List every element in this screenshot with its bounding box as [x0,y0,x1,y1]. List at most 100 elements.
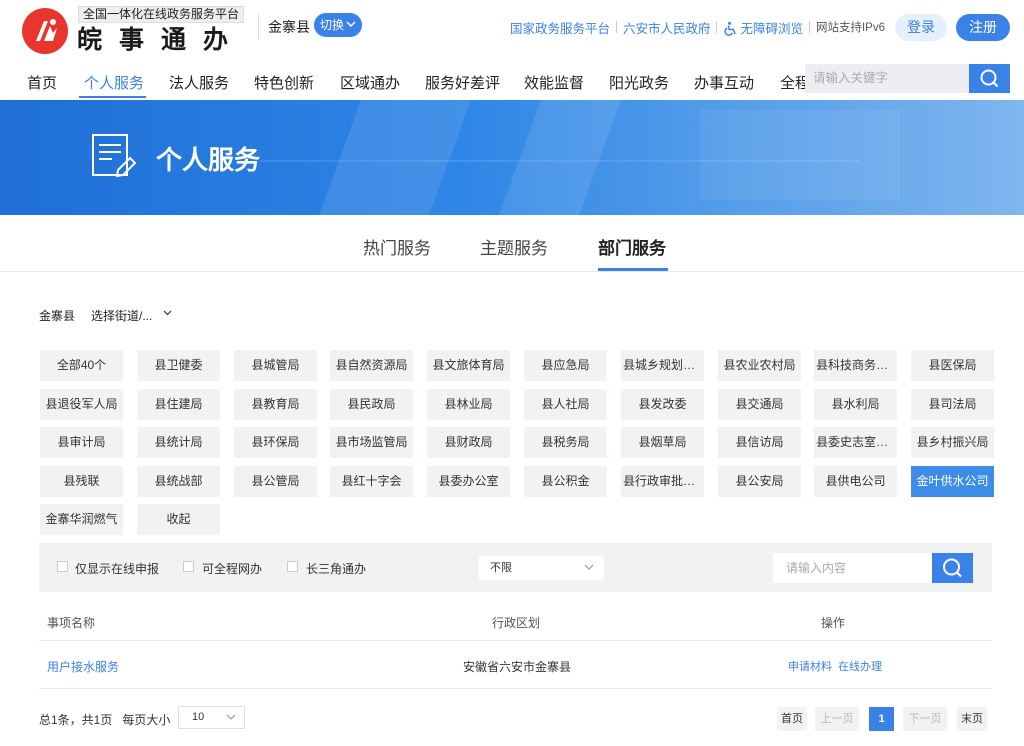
nav-item-supervision[interactable]: 效能监督 [524,72,584,93]
department-button[interactable]: 县委办公室 [427,466,510,497]
site-search-button[interactable] [969,64,1010,93]
department-button[interactable]: 县卫健委 [137,350,220,381]
filter-options-bar: 仅显示在线申报 可全程网办 长三角通办 不限 请输入内容 [39,543,992,592]
accessible-browse-link[interactable]: 无障碍浏览 [717,18,809,37]
department-button[interactable]: 县水利局 [814,389,897,420]
department-button[interactable]: 金寨华润燃气 [40,504,123,535]
platform-tag: 全国一体化在线政务服务平台 [78,6,245,23]
switch-county-button[interactable]: 切换 [314,13,362,37]
switch-label: 切换 [320,18,345,32]
tab-department-services[interactable]: 部门服务 [598,234,666,259]
department-button[interactable]: 县审计局 [40,427,123,458]
department-button[interactable]: 县农业农村局 [718,350,801,381]
tab-theme-services[interactable]: 主题服务 [480,234,548,259]
department-button[interactable]: 县医保局 [911,350,994,381]
item-region: 安徽省六安市金寨县 [463,660,572,674]
department-button[interactable]: 县交通局 [718,389,801,420]
nav-item-sunshine[interactable]: 阳光政务 [609,72,669,93]
nav-item-interaction[interactable]: 办事互动 [694,72,754,93]
prev-page-button[interactable]: 上一页 [815,707,859,731]
department-button[interactable]: 县红十字会 [330,466,413,497]
department-button[interactable]: 县市场监管局 [330,427,413,458]
department-button[interactable]: 县科技商务经... [814,350,897,381]
header-divider [258,14,259,40]
online-apply-checkbox[interactable] [57,561,68,572]
department-button[interactable]: 县文旅体育局 [427,350,510,381]
nav-item-personal[interactable]: 个人服务 [84,72,144,93]
department-button[interactable]: 县人社局 [524,389,607,420]
nav-item-evaluation[interactable]: 服务好差评 [425,72,500,93]
department-button[interactable]: 县教育局 [234,389,317,420]
total-text: 总1条，共1页 [39,713,113,727]
department-button[interactable]: 县供电公司 [814,466,897,497]
department-button[interactable]: 县民政局 [330,389,413,420]
nav-item-legal-person[interactable]: 法人服务 [169,72,229,93]
chevron-down-icon[interactable] [163,310,172,316]
current-page-button[interactable]: 1 [869,707,894,731]
department-button[interactable]: 县司法局 [911,389,994,420]
department-button[interactable]: 县行政审批局... [621,466,704,497]
first-page-button[interactable]: 首页 [777,707,807,731]
chevron-down-icon [346,21,356,28]
department-button[interactable]: 县林业局 [427,389,510,420]
yangtze-delta-label: 长三角通办 [306,562,367,576]
department-button[interactable]: 县烟草局 [621,427,704,458]
department-button[interactable]: 金叶供水公司 [911,466,994,497]
page-size-select[interactable]: 10 [178,706,245,729]
search-icon [943,558,962,578]
page-title: 个人服务 [156,145,261,175]
column-header-actions: 操作 [821,616,846,630]
login-button[interactable]: 登录 [895,13,947,41]
collapse-button[interactable]: 收起 [137,504,220,535]
department-button[interactable]: 县环保局 [234,427,317,458]
site-header: 全国一体化在线政务服务平台 皖事通办 金寨县 切换 国家政务服务平台 六安市人民… [0,0,1024,62]
street-select[interactable]: 选择街道/... [91,307,152,324]
department-button[interactable]: 县统计局 [137,427,220,458]
department-button[interactable]: 县公安局 [718,466,801,497]
item-search-input[interactable]: 请输入内容 [773,553,933,583]
region-select[interactable]: 不限 [479,556,604,580]
department-button[interactable]: 县乡村振兴局 [911,427,994,458]
nav-item-home[interactable]: 首页 [27,72,57,93]
tab-hot-services[interactable]: 热门服务 [363,234,431,259]
department-button[interactable]: 县住建局 [137,389,220,420]
region-select-value: 不限 [490,562,512,574]
page-size-label: 每页大小 [122,713,171,727]
department-button[interactable]: 县统战部 [137,466,220,497]
department-button[interactable]: 县自然资源局 [330,350,413,381]
column-header-region: 行政区划 [492,616,541,630]
nav-item-regional[interactable]: 区域通办 [340,72,400,93]
accessible-label: 无障碍浏览 [740,21,803,36]
online-handle-link[interactable]: 在线办理 [838,658,882,674]
department-button[interactable]: 县信访局 [718,427,801,458]
yangtze-delta-checkbox[interactable] [287,561,298,572]
last-page-button[interactable]: 末页 [957,707,987,731]
national-platform-link[interactable]: 国家政务服务平台 [504,18,616,37]
site-search-input[interactable]: 请输入关键字 [805,64,969,93]
site-logo-icon[interactable] [22,8,68,54]
department-button[interactable]: 全部40个 [40,350,123,381]
city-government-link[interactable]: 六安市人民政府 [617,18,717,37]
next-page-button[interactable]: 下一页 [903,707,947,731]
department-button[interactable]: 县退役军人局 [40,389,123,420]
department-button[interactable]: 县公积金 [524,466,607,497]
department-button[interactable]: 县公管局 [234,466,317,497]
department-button[interactable]: 县税务局 [524,427,607,458]
nav-item-innovation[interactable]: 特色创新 [254,72,314,93]
item-name-link[interactable]: 用户接水服务 [47,658,119,675]
document-pen-icon [92,134,137,178]
department-button[interactable]: 县委史志室（... [814,427,897,458]
page-banner: 个人服务 [0,100,1024,215]
department-button[interactable]: 县应急局 [524,350,607,381]
table-divider [39,640,992,641]
register-button[interactable]: 注册 [956,13,1010,41]
item-search-button[interactable] [932,553,973,583]
department-button[interactable]: 县城乡规划中心 [621,350,704,381]
department-button[interactable]: 县残联 [40,466,123,497]
department-button[interactable]: 县财政局 [427,427,510,458]
apply-materials-link[interactable]: 申请材料 [788,658,832,674]
page-size-value: 10 [192,711,205,723]
department-button[interactable]: 县发改委 [621,389,704,420]
department-button[interactable]: 县城管局 [234,350,317,381]
full-online-checkbox[interactable] [183,561,194,572]
